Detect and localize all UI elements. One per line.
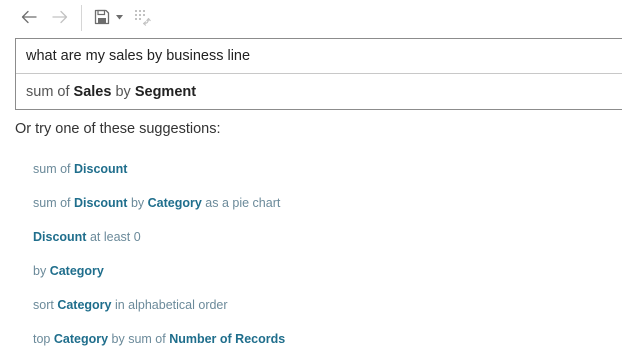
suggestion-item[interactable]: top Category by sum of Number of Records: [33, 322, 285, 356]
suggestion-item[interactable]: Discount at least 0: [33, 220, 285, 254]
swap-axes-button[interactable]: [131, 6, 153, 28]
suggestions-heading: Or try one of these suggestions:: [15, 121, 221, 137]
suggestion-field: Discount: [74, 162, 128, 176]
suggestion-text: in alphabetical order: [111, 298, 228, 312]
save-button[interactable]: [91, 6, 113, 28]
query-interpretation[interactable]: sum of Sales by Segment: [26, 74, 196, 110]
suggestion-field: Category: [57, 298, 112, 312]
suggestion-item[interactable]: by Category: [33, 254, 285, 288]
suggestion-field: Discount: [33, 230, 87, 244]
suggestion-text: by: [127, 196, 148, 210]
save-dropdown-button[interactable]: [114, 6, 124, 28]
suggestion-item[interactable]: sum of Discount: [33, 152, 285, 186]
suggestion-field: Category: [49, 264, 104, 278]
swap-axes-icon: [135, 10, 151, 26]
suggestion-field: Category: [147, 196, 202, 210]
toolbar: [0, 0, 622, 36]
query-input[interactable]: [16, 39, 622, 74]
field-segment: Segment: [134, 84, 197, 100]
suggestion-field: Discount: [74, 196, 128, 210]
suggestion-text: by sum of: [108, 332, 170, 346]
back-button[interactable]: [18, 6, 40, 28]
interpretation-text: sum of: [26, 84, 74, 100]
suggestion-text: by: [33, 264, 50, 278]
suggestion-field: Category: [53, 332, 109, 346]
suggestion-text: as a pie chart: [201, 196, 281, 210]
suggestion-field: Number of Records: [169, 332, 286, 346]
arrow-left-icon: [21, 10, 37, 24]
toolbar-separator: [81, 5, 82, 31]
suggestions-list: sum of Discount sum of Discount by Categ…: [33, 152, 285, 356]
suggestion-item[interactable]: sum of Discount by Category as a pie cha…: [33, 186, 285, 220]
arrow-right-icon: [52, 10, 68, 24]
interpretation-text: by: [111, 84, 135, 100]
forward-button[interactable]: [49, 6, 71, 28]
suggestion-text: sum of: [33, 196, 74, 210]
suggestion-item[interactable]: sort Category in alphabetical order: [33, 288, 285, 322]
field-sales: Sales: [73, 84, 112, 100]
suggestion-text: sum of: [33, 162, 74, 176]
ask-data-query-box: sum of Sales by Segment: [15, 38, 622, 110]
suggestion-text: top: [33, 332, 54, 346]
suggestion-text: sort: [33, 298, 58, 312]
suggestion-text: at least 0: [86, 230, 141, 244]
floppy-disk-icon: [94, 9, 110, 25]
caret-down-icon: [115, 14, 123, 19]
